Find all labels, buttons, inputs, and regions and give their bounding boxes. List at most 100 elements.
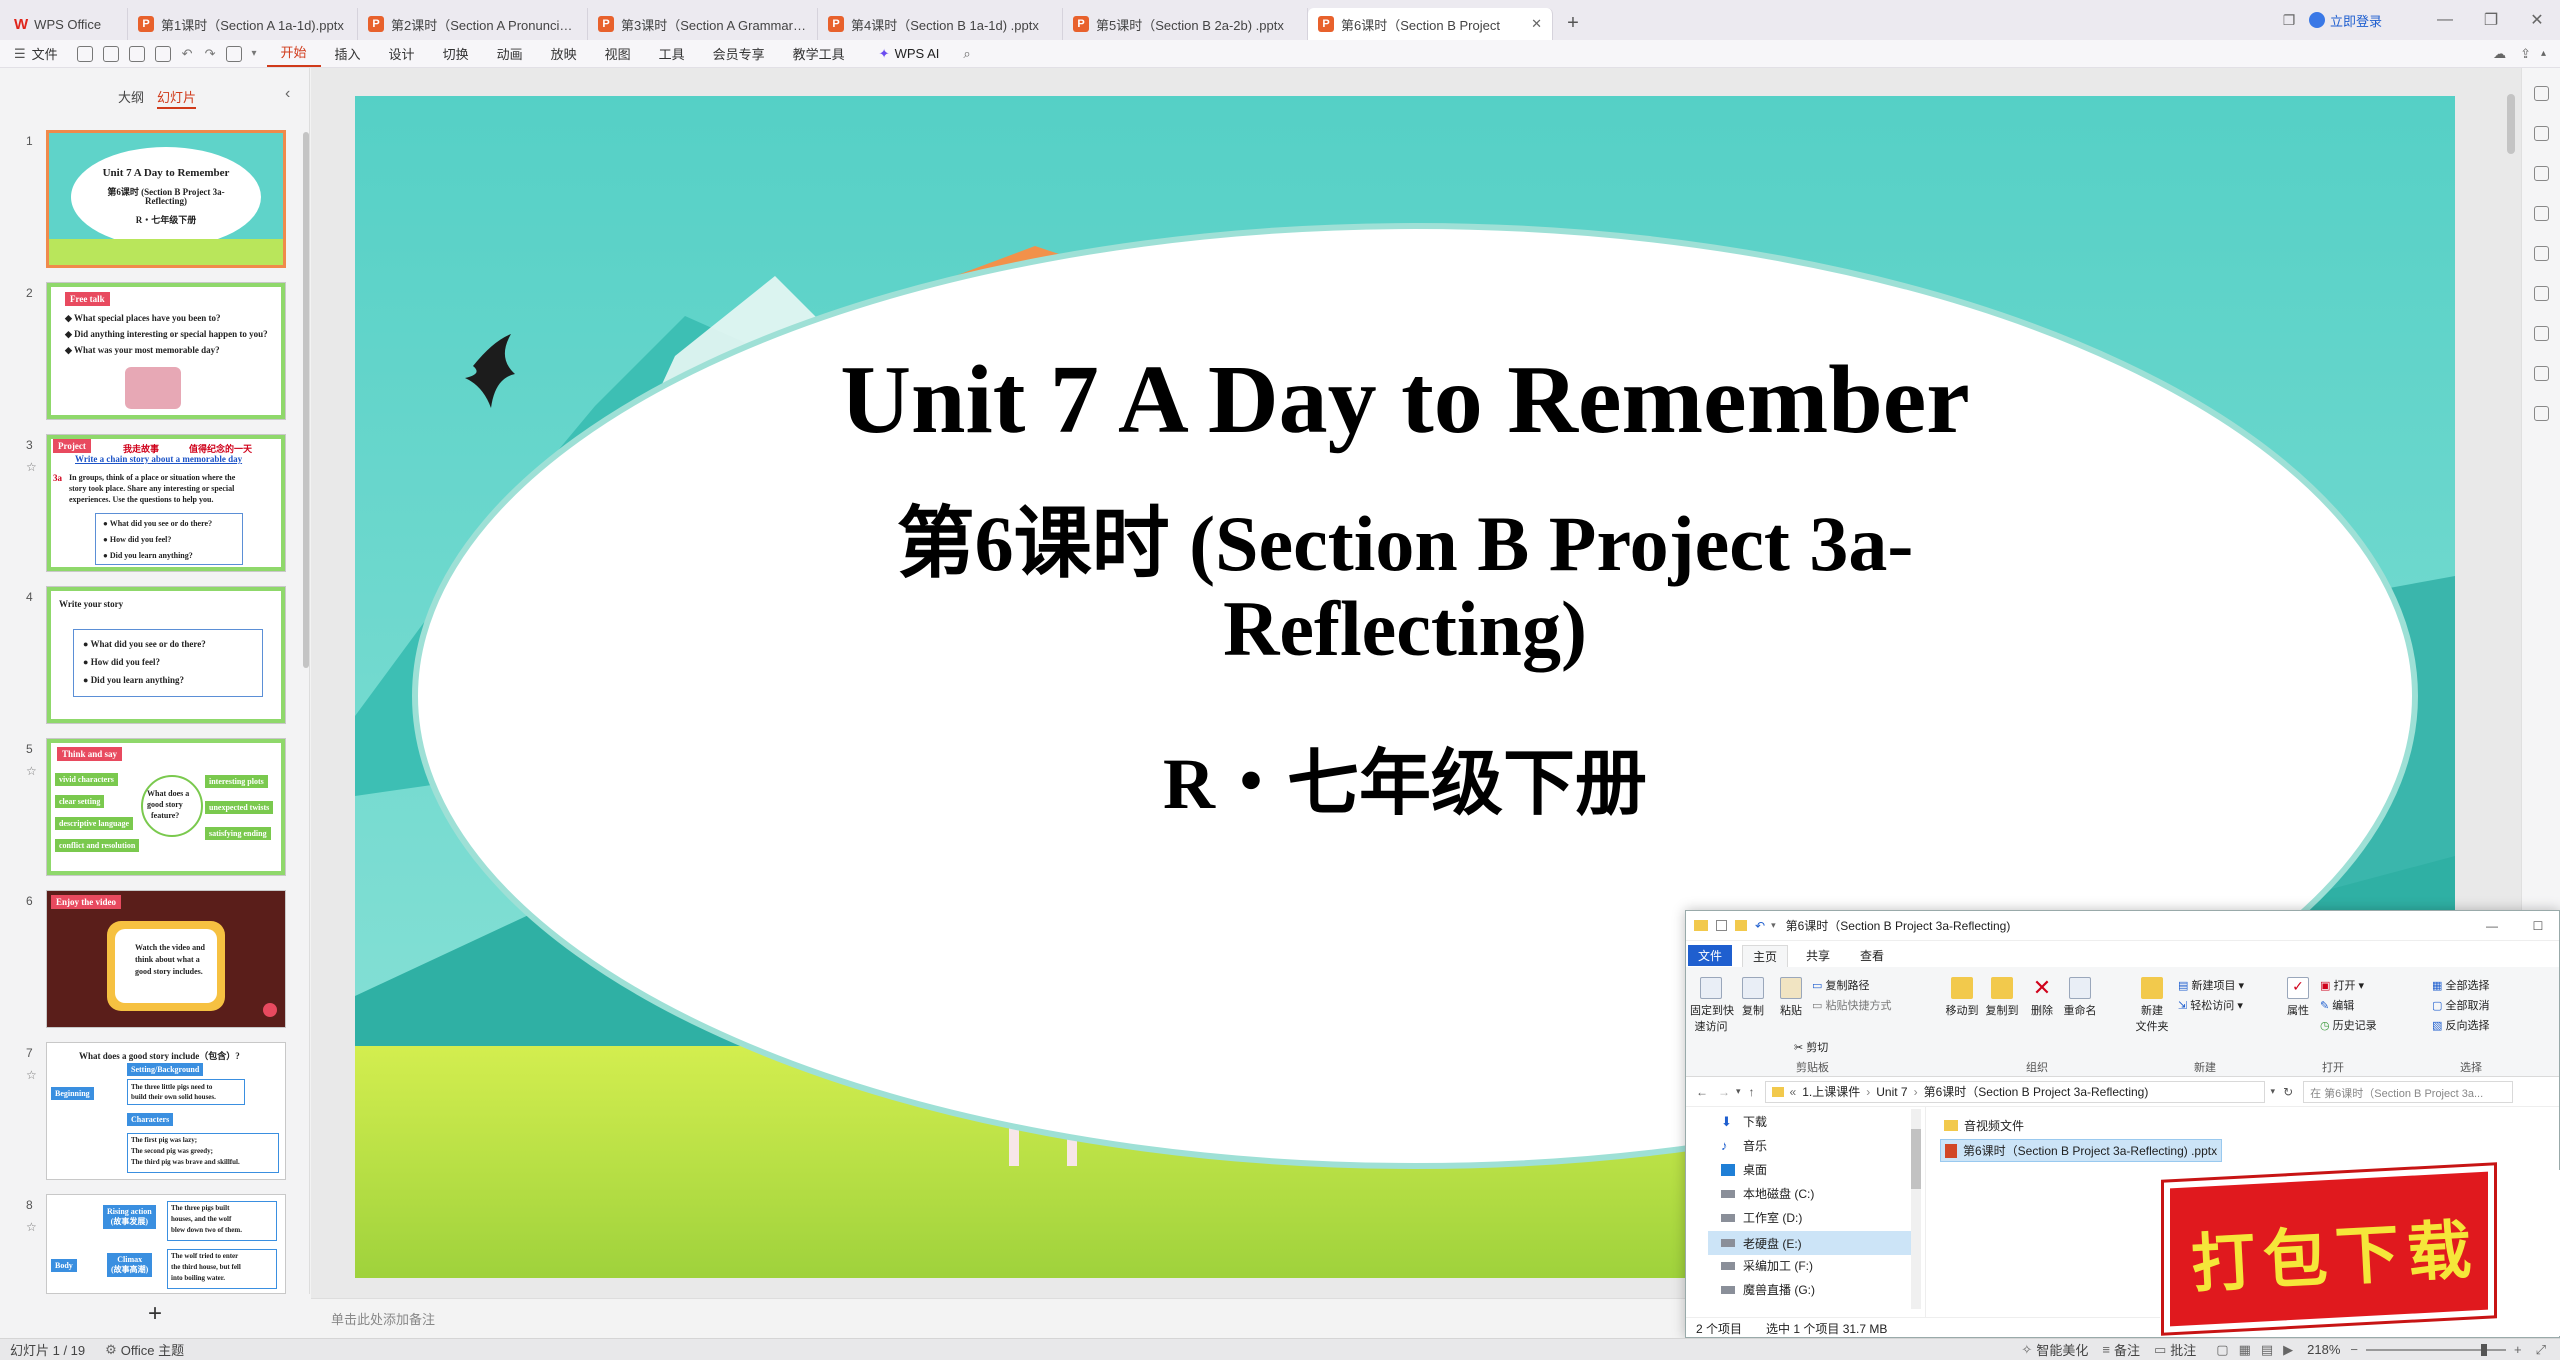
slide-thumbnail-2[interactable]: Free talk ◆ What special places have you… — [46, 282, 286, 420]
recent-dropdown-icon[interactable]: ▾ — [1736, 1086, 1741, 1097]
menu-slideshow[interactable]: 放映 — [537, 44, 591, 63]
export-icon[interactable] — [102, 45, 119, 62]
menu-design[interactable]: 设计 — [375, 44, 429, 63]
wps-home-tab[interactable]: W WPS Office — [0, 8, 128, 40]
slide-title[interactable]: Unit 7 A Day to Remember — [355, 344, 2455, 456]
paste-shortcut-button[interactable]: ▭ 粘贴快捷方式 — [1812, 997, 1891, 1013]
refresh-icon[interactable]: ↻ — [2283, 1085, 2293, 1099]
thumbnail-scrollbar[interactable] — [303, 132, 309, 668]
menu-view[interactable]: 视图 — [591, 44, 645, 63]
menu-animation[interactable]: 动画 — [483, 44, 537, 63]
side-animation-icon[interactable] — [2534, 286, 2549, 301]
hamburger-icon[interactable]: ☰ — [14, 46, 26, 62]
address-overflow[interactable]: « — [1790, 1085, 1797, 1099]
forward-icon[interactable]: → — [1718, 1085, 1730, 1099]
document-tab-3[interactable]: P 第3课时（Section A Grammar Focu — [588, 8, 818, 40]
fit-window-icon[interactable]: ⤢ — [2536, 1342, 2546, 1358]
address-dropdown-icon[interactable]: ▾ — [2271, 1086, 2276, 1097]
wps-ai-button[interactable]: ✦ WPS AI — [879, 46, 940, 62]
select-all-button[interactable]: ▦ 全部选择 — [2432, 977, 2489, 993]
slideshow-icon[interactable]: ▶ — [2283, 1342, 2293, 1358]
document-tab-2[interactable]: P 第2课时（Section A Pronunciation — [358, 8, 588, 40]
file-menu[interactable]: 文件 — [26, 44, 72, 63]
slide-thumbnail-4[interactable]: Write your story ● What did you see or d… — [46, 586, 286, 724]
document-tab-1[interactable]: P 第1课时（Section A 1a-1d).pptx — [128, 8, 358, 40]
stage-scrollbar[interactable] — [2507, 94, 2515, 154]
login-button[interactable]: 立即登录 — [2308, 11, 2382, 30]
comments-button[interactable]: 批注 — [2170, 1340, 2196, 1359]
normal-view-icon[interactable]: ▢ — [2216, 1342, 2228, 1358]
easy-access-button[interactable]: ⇲ 轻松访问 ▾ — [2178, 997, 2243, 1013]
side-property-icon[interactable] — [2534, 326, 2549, 341]
menu-home[interactable]: 开始 — [266, 41, 321, 67]
notes-button[interactable]: 备注 — [2114, 1340, 2140, 1359]
side-help-icon[interactable] — [2534, 366, 2549, 381]
up-icon[interactable]: ↑ — [1749, 1085, 1755, 1099]
side-more-icon[interactable] — [2534, 406, 2549, 421]
address-crumb-3[interactable]: 第6课时（Section B Project 3a-Reflecting) — [1924, 1083, 2149, 1100]
preview-icon[interactable] — [154, 45, 171, 62]
slide-subtitle[interactable]: 第6课时 (Section B Project 3a- — [355, 481, 2455, 593]
side-design-icon[interactable] — [2534, 126, 2549, 141]
restore-button[interactable]: ❐ — [2468, 10, 2514, 30]
minimize-button[interactable]: — — [2422, 11, 2468, 29]
redo-icon[interactable]: ↷ — [205, 46, 216, 62]
file-row-pptx-selected[interactable]: 第6课时（Section B Project 3a-Reflecting) .p… — [1940, 1139, 2223, 1162]
window-layout-icon[interactable]: ❐ — [2269, 12, 2309, 29]
open-button[interactable]: ▣ 打开 ▾ — [2320, 977, 2364, 993]
explorer-minimize-button[interactable]: — — [2469, 919, 2515, 933]
nav-item-drive-f[interactable]: 采编加工 (F:) — [1721, 1257, 1813, 1274]
download-badge[interactable]: 打包下载 — [2160, 1165, 2560, 1336]
copy-to-button[interactable]: 复制到 — [1984, 977, 2020, 1018]
cut-button[interactable]: ✂ 剪切 — [1794, 1039, 1828, 1055]
nav-item-music[interactable]: ♪ 音乐 — [1721, 1137, 1767, 1154]
slide-subtitle-line2[interactable]: Reflecting) — [355, 584, 2455, 674]
zoom-out-icon[interactable]: − — [2350, 1342, 2358, 1357]
beautify-button[interactable]: 智能美化 — [2036, 1340, 2088, 1359]
collapse-panel-icon[interactable]: ‹ — [285, 85, 290, 103]
quick-properties-icon[interactable] — [1716, 920, 1727, 931]
select-none-button[interactable]: ▢ 全部取消 — [2432, 997, 2489, 1013]
ribbon-tab-home[interactable]: 主页 — [1742, 945, 1789, 967]
sorter-view-icon[interactable]: ▦ — [2239, 1342, 2251, 1358]
back-icon[interactable]: ← — [1696, 1085, 1708, 1099]
ribbon-tab-view[interactable]: 查看 — [1850, 945, 1894, 966]
ribbon-tab-share[interactable]: 共享 — [1796, 945, 1840, 966]
collapse-ribbon-icon[interactable]: ▴ — [2541, 48, 2546, 59]
new-tab-icon[interactable]: + — [1553, 12, 1593, 35]
zoom-level[interactable]: 218% — [2307, 1342, 2340, 1357]
tab-close-icon[interactable]: ✕ — [1531, 16, 1542, 32]
quick-undo-icon[interactable]: ↶ — [1755, 919, 1765, 933]
zoom-slider[interactable] — [2366, 1343, 2506, 1356]
nav-item-downloads[interactable]: ⬇ 下载 — [1721, 1113, 1767, 1130]
address-crumb-2[interactable]: Unit 7 — [1876, 1085, 1907, 1099]
slide-thumbnail-5[interactable]: Think and say vivid characters clear set… — [46, 738, 286, 876]
search-box[interactable]: 在 第6课时（Section B Project 3a... — [2303, 1080, 2514, 1103]
thumb-star-icon[interactable]: ☆ — [26, 764, 37, 778]
nav-item-drive-d[interactable]: 工作室 (D:) — [1721, 1209, 1802, 1226]
slides-tab[interactable]: 幻灯片 — [157, 87, 197, 109]
nav-item-desktop[interactable]: 桌面 — [1721, 1161, 1767, 1178]
history-button[interactable]: ◷ 历史记录 — [2320, 1017, 2377, 1033]
quick-new-folder-icon[interactable] — [1735, 920, 1747, 931]
thumb-star-icon[interactable]: ☆ — [26, 460, 37, 474]
share-icon[interactable]: ⇪ — [2520, 46, 2531, 62]
side-transition-icon[interactable] — [2534, 246, 2549, 261]
copy-path-button[interactable]: ▭ 复制路径 — [1812, 977, 1869, 993]
ribbon-tab-file[interactable]: 文件 — [1688, 945, 1733, 966]
edit-button[interactable]: ✎ 编辑 — [2320, 997, 2354, 1013]
menu-insert[interactable]: 插入 — [321, 44, 375, 63]
menu-member[interactable]: 会员专享 — [699, 44, 779, 63]
thumb-star-icon[interactable]: ☆ — [26, 1068, 37, 1082]
rename-button[interactable]: 重命名 — [2062, 977, 2098, 1018]
copy-button[interactable]: 复制 — [1738, 977, 1768, 1018]
zoom-in-icon[interactable]: + — [2514, 1342, 2522, 1357]
format-painter-icon[interactable] — [226, 45, 243, 62]
slide-thumbnail-1[interactable]: Unit 7 A Day to Remember 第6课时 (Section B… — [46, 130, 286, 268]
slide-grade[interactable]: R・七年级下册 — [355, 724, 2455, 829]
document-tab-6-active[interactable]: P 第6课时（Section B Project ✕ — [1308, 8, 1553, 40]
properties-button[interactable]: ✓ 属性 — [2284, 977, 2312, 1018]
add-slide-button[interactable]: + — [0, 1294, 310, 1338]
side-copy-icon[interactable] — [2534, 206, 2549, 221]
address-crumb-1[interactable]: 1.上课课件 — [1802, 1083, 1860, 1100]
